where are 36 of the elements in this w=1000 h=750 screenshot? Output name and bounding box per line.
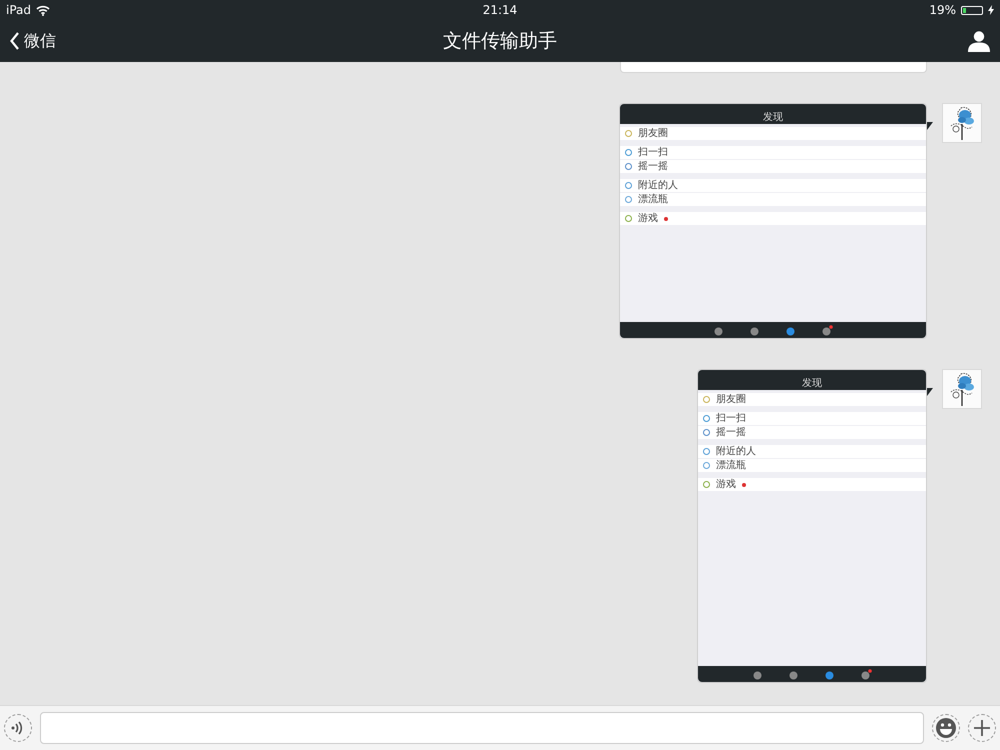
carrier-name: iPad [6, 3, 32, 17]
screenshot-message[interactable]: 发现 朋友圈 扫一扫 摇一摇 附近的人 漂流瓶 游戏 [697, 369, 927, 683]
charging-icon [988, 5, 994, 15]
smiley-icon [935, 717, 957, 739]
screenshot-message[interactable]: 发现 朋友圈 扫一扫 摇一摇 附近的人 漂流瓶 游戏 [619, 103, 927, 339]
clock-time: 21:14 [482, 3, 518, 17]
bubble-tail [927, 388, 933, 396]
menu-row: 摇一摇 [620, 160, 926, 173]
profile-icon[interactable] [968, 30, 990, 52]
bubble-tail [927, 122, 933, 130]
menu-row: 扫一扫 [698, 412, 926, 425]
plus-icon [973, 719, 991, 737]
menu-row: 摇一摇 [698, 426, 926, 439]
wifi-icon [36, 4, 50, 16]
menu-row: 附近的人 [620, 179, 926, 192]
menu-row: 游戏 [698, 478, 926, 491]
screen-title: 发现 [802, 378, 822, 390]
chat-title: 文件传输助手 [443, 29, 557, 54]
menu-row: 漂流瓶 [620, 193, 926, 206]
battery-percent: 19% [929, 3, 956, 17]
menu-row: 朋友圈 [698, 393, 926, 406]
emoji-button[interactable] [932, 714, 960, 742]
chevron-icon [10, 32, 20, 50]
menu-row: 漂流瓶 [698, 459, 926, 472]
menu-row: 扫一扫 [620, 146, 926, 159]
back-button[interactable]: 微信 [10, 30, 56, 52]
voice-button[interactable] [4, 714, 32, 742]
screen-title: 发现 [763, 112, 783, 124]
add-button[interactable] [968, 714, 996, 742]
battery-icon [961, 6, 983, 14]
badge-dot [742, 482, 746, 486]
menu-row: 附近的人 [698, 445, 926, 458]
badge-dot [664, 216, 668, 220]
menu-row: 游戏 [620, 212, 926, 225]
menu-row: 朋友圈 [620, 127, 926, 140]
message-input[interactable] [40, 712, 924, 744]
